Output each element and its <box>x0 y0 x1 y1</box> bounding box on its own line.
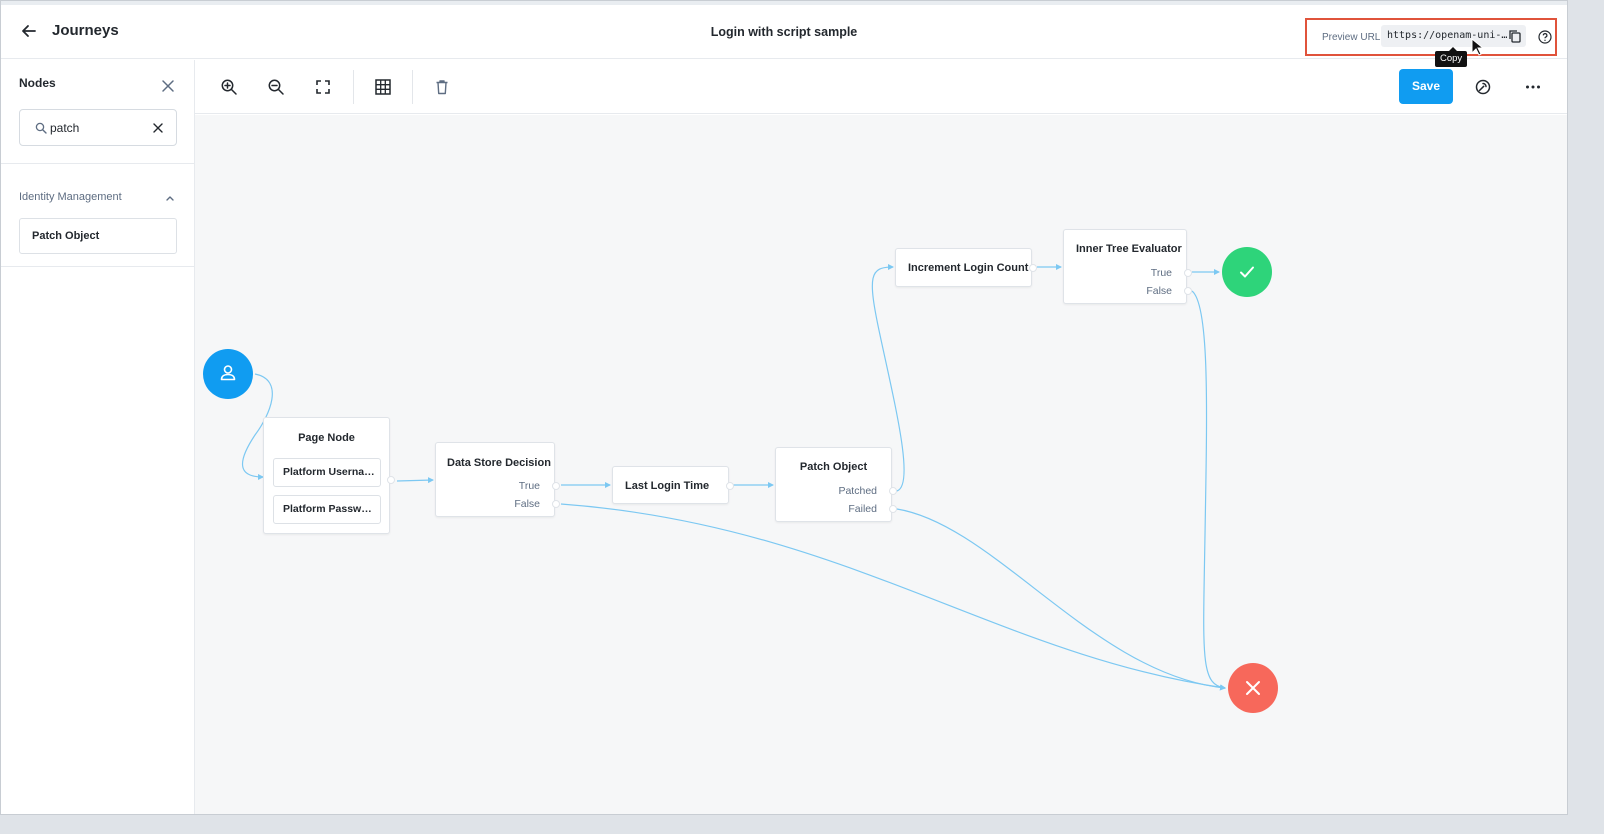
output-port-patched[interactable] <box>889 487 897 495</box>
nodes-sidebar: Nodes patch Identity Management Patch Ob… <box>1 60 195 814</box>
start-node[interactable] <box>203 349 253 399</box>
preview-url-label: Preview URL: <box>1322 32 1384 43</box>
node-title: Data Store Decision <box>447 457 551 469</box>
zoom-in-icon[interactable] <box>220 78 238 96</box>
app-window: Journeys Login with script sample Previe… <box>0 0 1568 815</box>
clear-search-icon[interactable] <box>152 122 164 134</box>
help-icon[interactable] <box>1538 30 1552 44</box>
last-login-time-node[interactable]: Last Login Time <box>612 466 734 504</box>
fit-screen-icon[interactable] <box>314 78 332 96</box>
save-button[interactable]: Save <box>1399 69 1453 104</box>
canvas-toolbar: Save <box>195 60 1567 114</box>
failure-node[interactable] <box>1228 663 1278 713</box>
toolbar-separator <box>412 70 413 104</box>
wire-patch-failed <box>896 508 1226 691</box>
journey-canvas[interactable]: Page Node Platform Userna… Platform Pass… <box>195 115 1567 814</box>
output-port-false[interactable] <box>552 500 560 508</box>
node-item-patch-object[interactable]: Patch Object <box>19 218 177 254</box>
copy-tooltip: Copy <box>1435 47 1468 67</box>
toolbar-separator <box>353 70 354 104</box>
checkmark-icon <box>1240 266 1254 278</box>
preview-url-field[interactable]: https://openam-uni-… <box>1381 25 1526 47</box>
outcome-failed: Failed <box>848 503 877 515</box>
header: Journeys Login with script sample Previe… <box>1 5 1567 59</box>
inner-tree-evaluator-node[interactable]: Inner Tree Evaluator True False <box>1063 229 1192 304</box>
increment-login-count-node[interactable]: Increment Login Count <box>895 248 1037 287</box>
patch-object-node[interactable]: Patch Object Patched Failed <box>775 447 897 522</box>
chevron-up-icon[interactable] <box>165 193 175 203</box>
output-port[interactable] <box>1029 264 1037 272</box>
outcome-true: True <box>1150 267 1172 279</box>
grid-icon[interactable] <box>374 78 392 96</box>
preview-url-value: https://openam-uni-… <box>1387 30 1508 41</box>
divider <box>1 163 194 164</box>
platform-password-node[interactable]: Platform Passw… <box>273 495 381 524</box>
search-value: patch <box>50 121 80 135</box>
copy-icon[interactable] <box>1508 29 1522 43</box>
preview-url-panel: Preview URL: https://openam-uni-… <box>1305 18 1557 56</box>
output-port-false[interactable] <box>1184 287 1192 295</box>
delete-icon[interactable] <box>433 78 451 96</box>
search-icon <box>35 122 47 134</box>
output-port[interactable] <box>387 476 395 484</box>
outcome-true: True <box>518 480 540 492</box>
node-title: Last Login Time <box>625 480 710 492</box>
output-port-failed[interactable] <box>889 505 897 513</box>
output-port-true[interactable] <box>552 482 560 490</box>
sidebar-title: Nodes <box>19 76 56 90</box>
close-icon <box>1246 681 1260 695</box>
divider <box>1 266 194 267</box>
node-search-input[interactable]: patch <box>19 109 177 146</box>
wire-inner-false <box>1191 290 1226 691</box>
data-store-decision-node[interactable]: Data Store Decision True False <box>435 442 560 517</box>
outcome-patched: Patched <box>838 485 877 497</box>
node-title: Increment Login Count <box>908 262 1029 274</box>
zoom-out-icon[interactable] <box>267 78 285 96</box>
node-title: Patch Object <box>799 461 868 473</box>
node-title: Inner Tree Evaluator <box>1076 243 1182 255</box>
close-icon[interactable] <box>161 79 175 93</box>
platform-username-node[interactable]: Platform Userna… <box>273 458 381 487</box>
wire-datastore-false <box>560 503 1226 691</box>
wire-page-to-datastore <box>396 477 434 484</box>
category-identity-management[interactable]: Identity Management <box>19 191 122 203</box>
output-port[interactable] <box>726 482 734 490</box>
mouse-cursor-icon <box>1471 38 1485 56</box>
success-node[interactable] <box>1222 247 1272 297</box>
user-icon <box>220 365 236 381</box>
output-port-true[interactable] <box>1184 269 1192 277</box>
outcome-false: False <box>514 498 540 510</box>
more-icon[interactable] <box>1524 78 1542 96</box>
troubleshoot-icon[interactable] <box>1474 78 1492 96</box>
outcome-false: False <box>1146 285 1172 297</box>
page-node[interactable]: Page Node Platform Userna… Platform Pass… <box>263 417 395 534</box>
node-title: Page Node <box>298 432 355 444</box>
